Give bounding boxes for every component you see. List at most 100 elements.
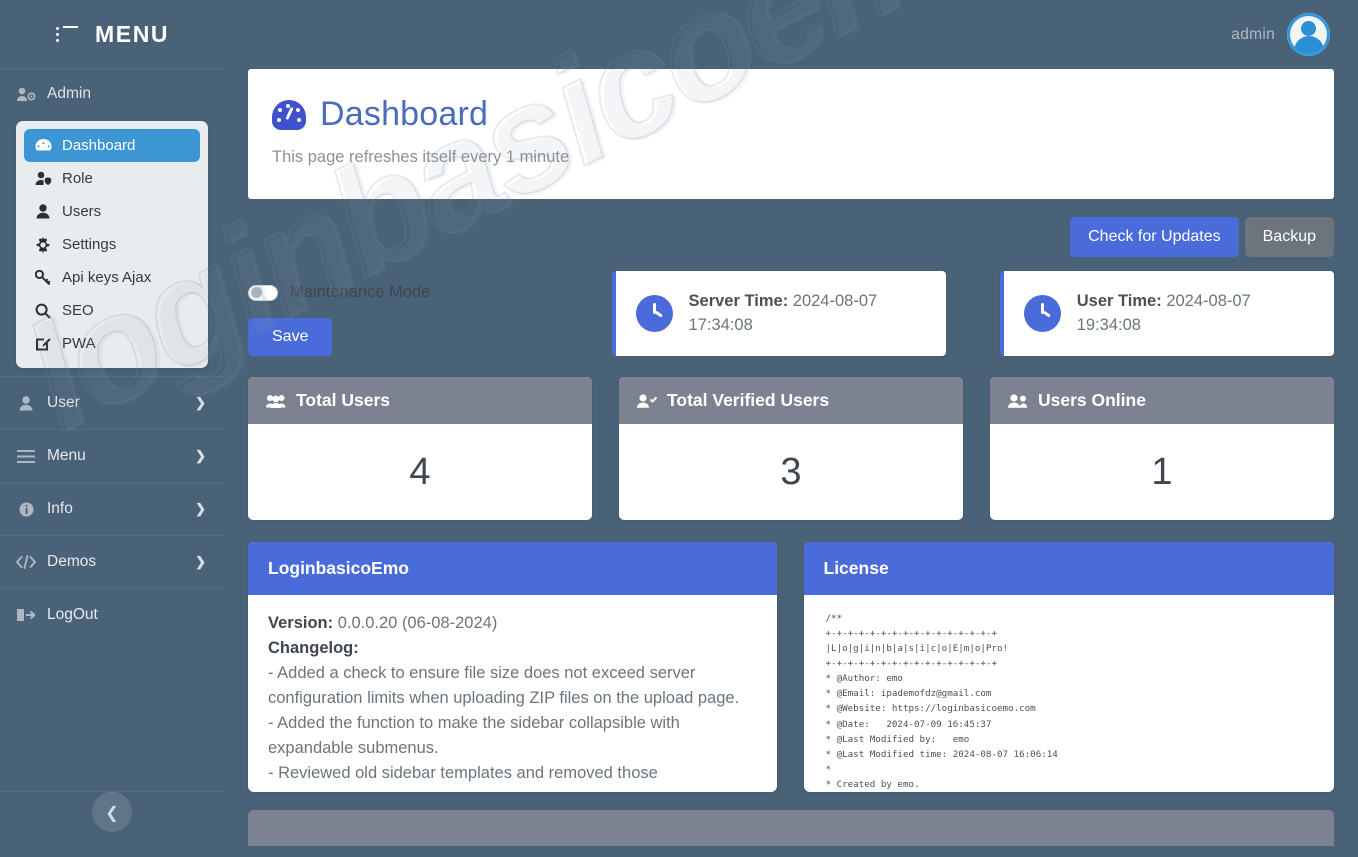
panels-row: LoginbasicoEmo Version: 0.0.0.20 (06-08-… <box>248 542 1334 792</box>
bottom-card-header <box>248 810 1334 846</box>
sidebar-item-api-keys-ajax[interactable]: Api keys Ajax <box>24 261 200 294</box>
server-time-label: Server Time: <box>688 291 789 310</box>
sidebar-group-label: Info <box>47 500 73 517</box>
clock-icon <box>635 295 673 332</box>
info-row: Maintenance Mode Save Server Time: 2024-… <box>248 271 1334 356</box>
changelog-panel-title: LoginbasicoEmo <box>248 542 777 595</box>
stat-card-value: 3 <box>780 450 802 493</box>
license-panel-title: License <box>803 542 1334 595</box>
code-icon <box>16 555 36 569</box>
clock-icon <box>1023 295 1061 332</box>
sidebar-item-label: Role <box>62 170 93 187</box>
backup-button[interactable]: Backup <box>1244 217 1334 257</box>
info-circle-icon <box>16 502 36 517</box>
maintenance-mode-toggle[interactable] <box>248 284 278 301</box>
sidebar-item-seo[interactable]: SEO <box>24 294 200 327</box>
changelog-entry: - Added a check to ensure file size does… <box>268 664 740 708</box>
version-value: 0.0.0.20 (06-08-2024) <box>337 614 498 632</box>
sidebar-group-label: User <box>47 394 80 411</box>
sign-out-icon <box>16 608 36 622</box>
sidebar-item-settings[interactable]: Settings <box>24 228 200 261</box>
stat-card-value: 1 <box>1151 450 1173 493</box>
user-icon <box>34 204 52 219</box>
user-time-label: User Time: <box>1076 291 1162 310</box>
license-panel-body: /** +-+-+-+-+-+-+-+-+-+-+-+-+-+-+-+ |L|o… <box>804 595 1335 790</box>
tachometer-icon <box>34 138 52 153</box>
edit-square-icon <box>34 336 52 351</box>
sidebar: Admin Dashboard Role Users Settings Api … <box>0 69 224 857</box>
version-label: Version: <box>268 614 334 632</box>
changelog-entry: - Reviewed old sidebar templates and rem… <box>268 764 658 783</box>
server-time-text: Server Time: 2024-08-07 17:34:08 <box>689 290 926 338</box>
changelog-panel-body: Version: 0.0.0.20 (06-08-2024) Changelog… <box>248 595 777 790</box>
users-icon <box>266 394 286 408</box>
check-for-updates-button[interactable]: Check for Updates <box>1070 217 1239 257</box>
chevron-left-icon: ❮ <box>105 804 119 822</box>
stat-card-body: 1 <box>990 424 1334 520</box>
license-panel: License /** +-+-+-+-+-+-+-+-+-+-+-+-+-+-… <box>803 542 1335 792</box>
stat-card-users-online: Users Online 1 <box>990 377 1334 520</box>
user-shield-icon <box>34 171 52 186</box>
action-button-row: Check for Updates Backup <box>248 217 1334 257</box>
changelog-label: Changelog: <box>268 639 359 658</box>
gear-icon <box>34 236 52 253</box>
stat-card-header: Users Online <box>990 377 1334 424</box>
server-time-card: Server Time: 2024-08-07 17:34:08 <box>611 271 946 356</box>
sidebar-group-label: LogOut <box>47 606 98 623</box>
version-line: Version: 0.0.0.20 (06-08-2024) <box>268 611 757 636</box>
sidebar-item-users[interactable]: Users <box>24 195 200 228</box>
list-icon <box>56 25 78 44</box>
stat-card-title: Users Online <box>1038 390 1146 410</box>
chevron-right-icon: ❯ <box>195 448 206 463</box>
users-cog-icon <box>16 87 36 102</box>
stat-card-title: Total Verified Users <box>667 390 830 410</box>
sidebar-item-role[interactable]: Role <box>24 162 200 195</box>
page-title-row: Dashboard <box>272 95 1334 134</box>
stat-card-body: 3 <box>619 424 963 520</box>
stat-card-header: Total Users <box>248 377 592 424</box>
maintenance-block: Maintenance Mode Save <box>248 271 585 356</box>
avatar[interactable] <box>1287 13 1330 56</box>
stat-card-header: Total Verified Users <box>619 377 963 424</box>
key-icon <box>34 270 52 285</box>
sidebar-collapse-button[interactable]: ❮ <box>92 792 132 832</box>
menu-toggle-button[interactable]: MENU <box>56 21 169 48</box>
sidebar-group-menu[interactable]: Menu ❯ <box>0 429 224 482</box>
sidebar-item-label: PWA <box>62 335 96 352</box>
user-area[interactable]: admin <box>1231 13 1330 56</box>
user-time-text: User Time: 2024-08-07 19:34:08 <box>1077 290 1314 338</box>
sidebar-item-label: SEO <box>62 302 94 319</box>
sidebar-item-label: Dashboard <box>62 137 136 154</box>
chevron-right-icon: ❯ <box>195 501 206 516</box>
user-friends-icon <box>1008 393 1028 408</box>
sidebar-group-logout[interactable]: LogOut <box>0 588 224 641</box>
search-icon <box>34 303 52 319</box>
main-content: Dashboard This page refreshes itself eve… <box>224 69 1358 857</box>
sidebar-item-admin[interactable]: Admin <box>0 70 224 117</box>
maintenance-mode-label: Maintenance Mode <box>290 283 431 301</box>
top-bar: MENU admin <box>0 0 1358 69</box>
page-title: Dashboard <box>320 95 489 133</box>
bars-icon <box>16 449 36 463</box>
user-icon <box>16 395 36 411</box>
page-subtitle: This page refreshes itself every 1 minut… <box>272 148 570 166</box>
sidebar-group-label: Menu <box>47 447 86 464</box>
changelog-panel: LoginbasicoEmo Version: 0.0.0.20 (06-08-… <box>248 542 777 792</box>
sidebar-group-label: Demos <box>47 553 97 570</box>
stat-card-total-verified-users: Total Verified Users 3 <box>619 377 963 520</box>
sidebar-item-dashboard[interactable]: Dashboard <box>24 129 200 162</box>
sidebar-group-user[interactable]: User ❯ <box>0 376 224 429</box>
sidebar-group-info[interactable]: Info ❯ <box>0 482 224 535</box>
sidebar-item-label: Api keys Ajax <box>62 269 152 286</box>
user-check-icon <box>637 393 657 408</box>
maintenance-toggle-row: Maintenance Mode <box>248 283 585 302</box>
stat-card-title: Total Users <box>296 390 391 410</box>
stat-card-total-users: Total Users 4 <box>248 377 592 520</box>
stat-card-value: 4 <box>409 450 431 493</box>
sidebar-group-demos[interactable]: Demos ❯ <box>0 535 224 588</box>
save-button[interactable]: Save <box>248 318 333 356</box>
changelog-label-line: Changelog: <box>268 636 757 661</box>
sidebar-item-pwa[interactable]: PWA <box>24 327 200 360</box>
sidebar-admin-label: Admin <box>47 85 91 102</box>
changelog-entry: - Added the function to make the sidebar… <box>268 714 680 758</box>
